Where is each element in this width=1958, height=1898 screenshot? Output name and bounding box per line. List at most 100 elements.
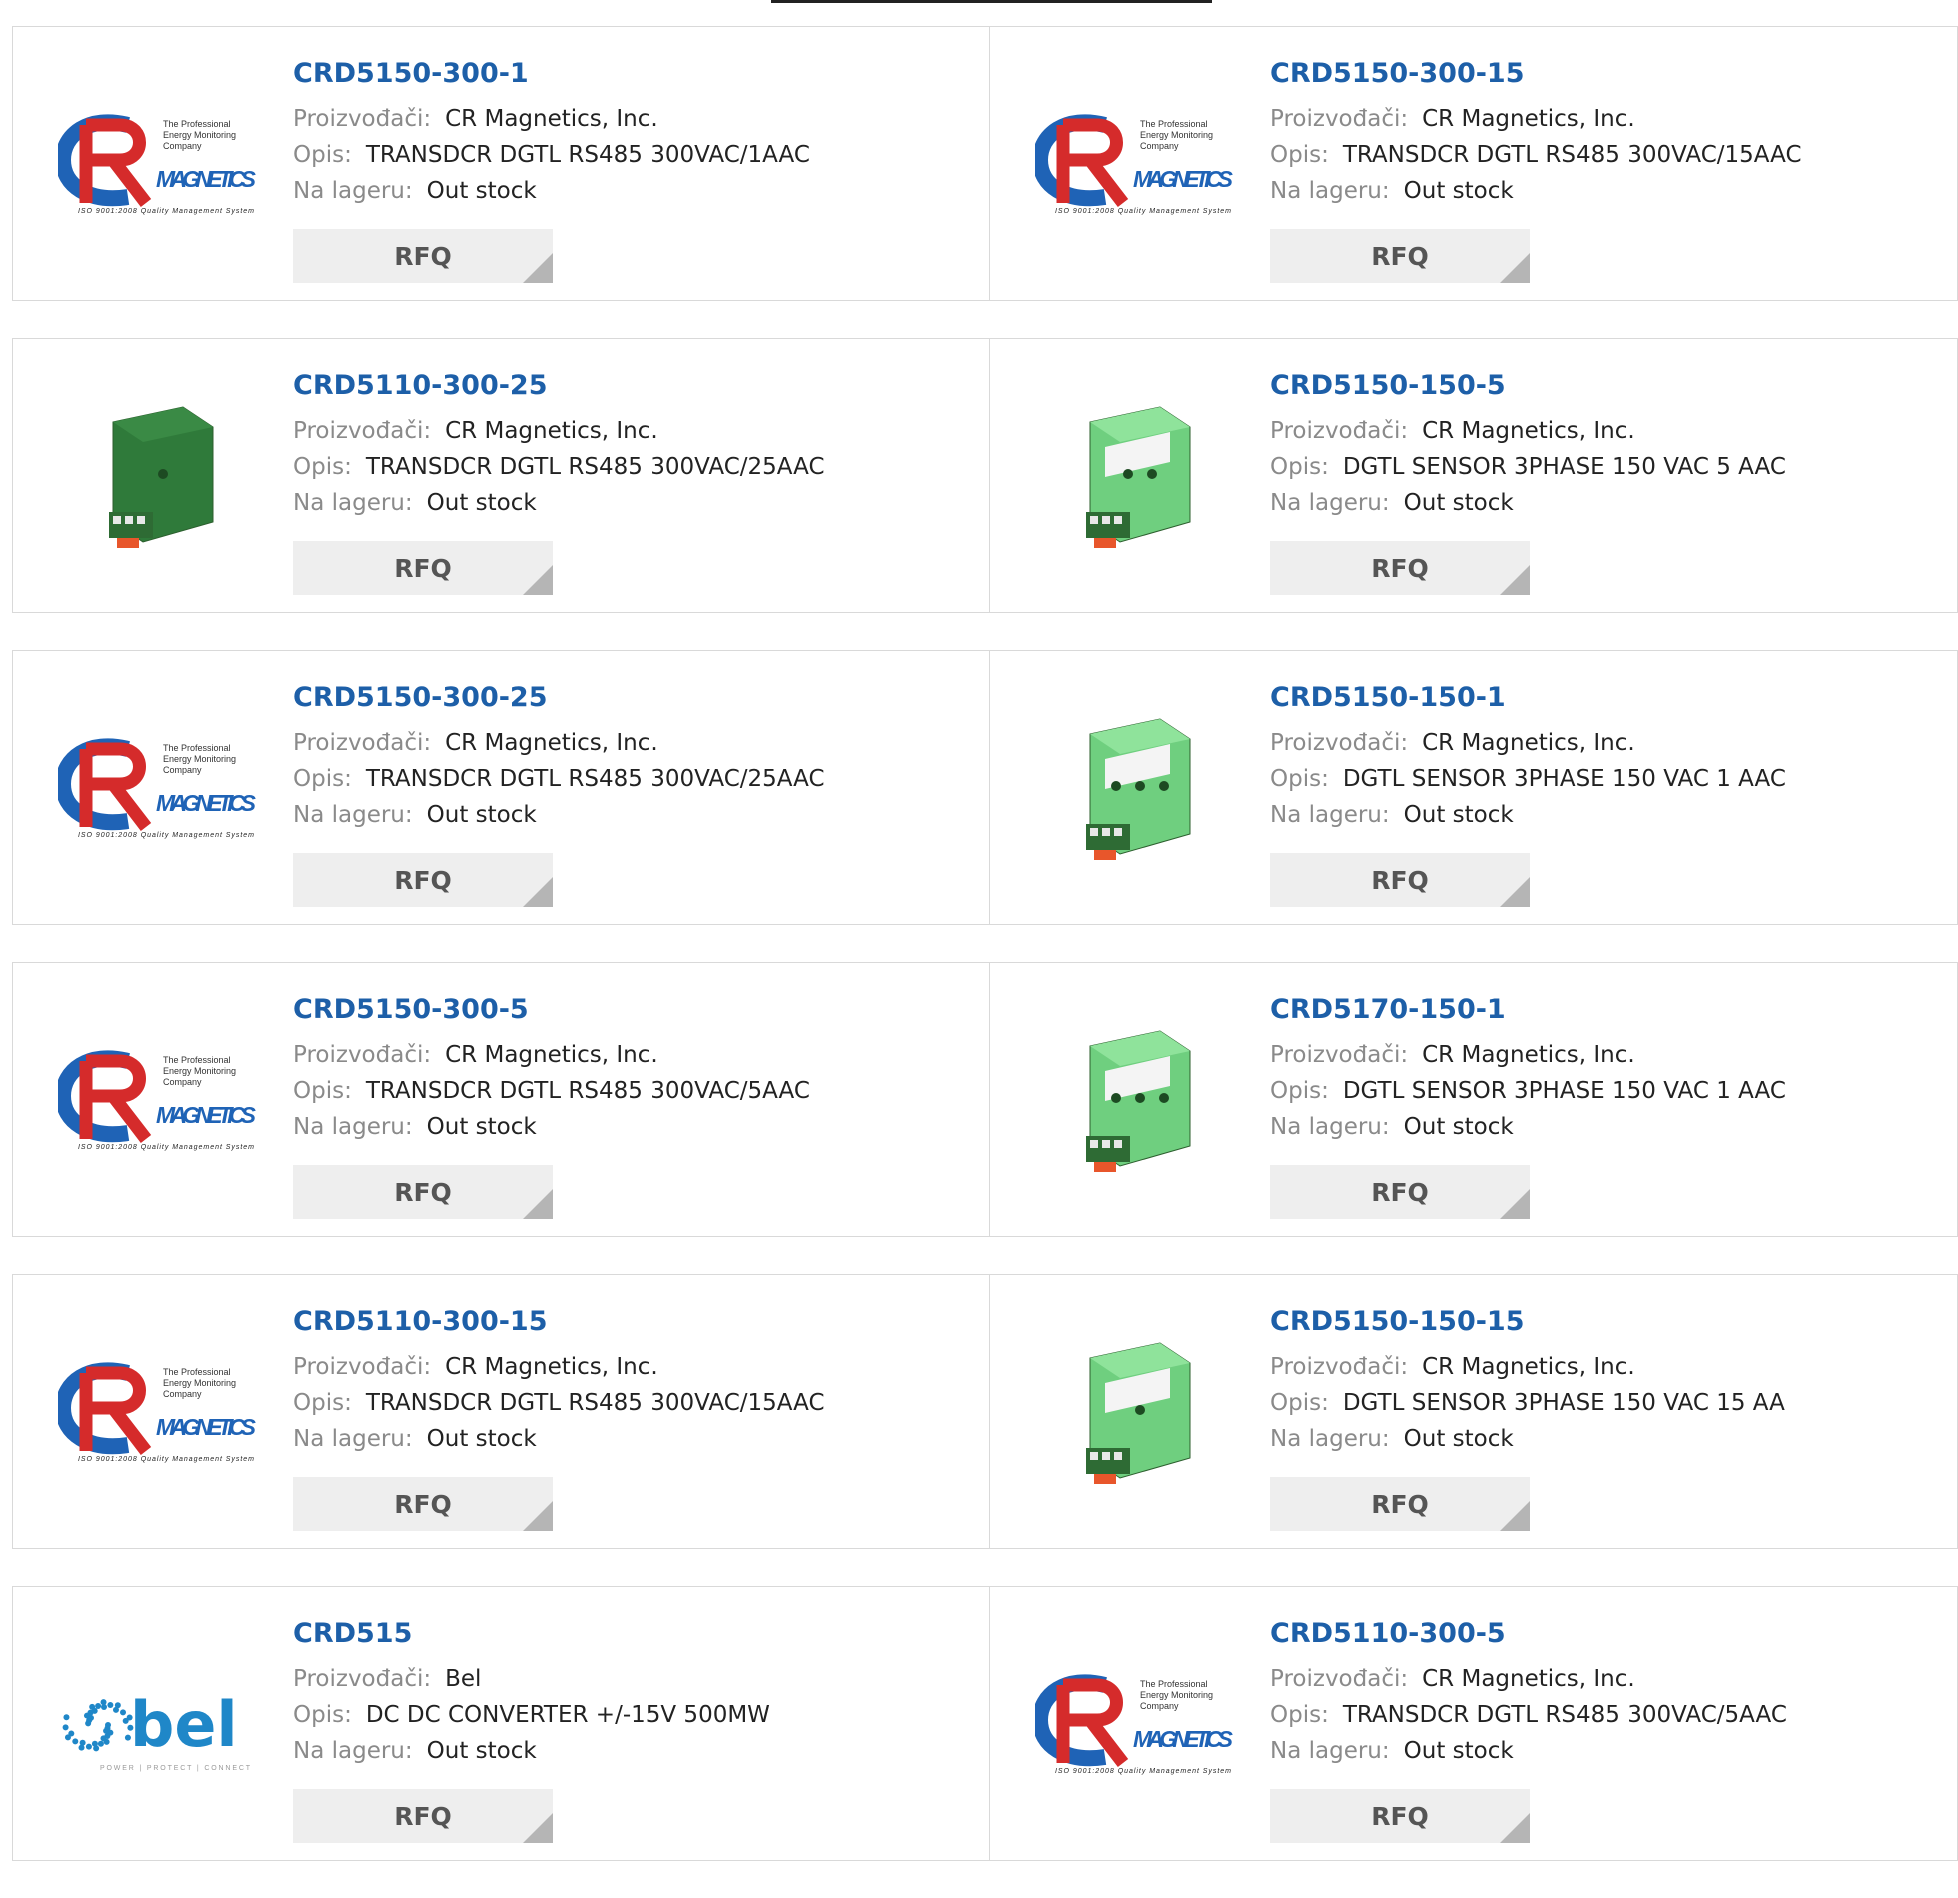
product-part-link[interactable]: CRD5110-300-15 [293,1305,548,1339]
rfq-button[interactable]: RFQ [293,229,553,283]
top-divider [771,0,1212,3]
rfq-label: RFQ [1371,1801,1429,1831]
product-row: CRD5110-300-25 Proizvođači: CR Magnetics,… [12,338,1958,613]
manufacturer-value: Bel [445,1666,482,1692]
description-label: Opis: [1270,1702,1329,1728]
product-image[interactable]: The Professional Energy Monitoring Compa… [51,709,265,869]
product-part-link[interactable]: CRD5150-300-5 [293,993,529,1027]
description-row: Opis: DGTL SENSOR 3PHASE 150 VAC 1 AAC [1270,1073,1947,1109]
manufacturer-row: Proizvođači: CR Magnetics, Inc. [293,725,979,761]
product-image[interactable] [1028,1333,1242,1493]
product-part-link[interactable]: CRD5110-300-25 [293,369,548,403]
description-row: Opis: TRANSDCR DGTL RS485 300VAC/1AAC [293,137,979,173]
rfq-button[interactable]: RFQ [1270,1477,1530,1531]
rfq-label: RFQ [1371,553,1429,583]
description-row: Opis: TRANSDCR DGTL RS485 300VAC/25AAC [293,449,979,485]
product-image[interactable]: The Professional Energy Monitoring Compa… [1028,1645,1242,1805]
product-info: CRD515 Proizvođači: Bel Opis: DC DC CONVER… [293,1617,979,1769]
stock-row: Na lageru: Out stock [1270,797,1947,833]
stock-value: Out stock [1403,1114,1514,1140]
product-image[interactable] [1028,397,1242,557]
stock-label: Na lageru: [293,178,413,204]
product-image[interactable] [51,397,265,557]
manufacturer-label: Proizvođači: [1270,418,1409,444]
product-part-link[interactable]: CRD5110-300-5 [1270,1617,1506,1651]
product-part-link[interactable]: CRD5150-150-15 [1270,1305,1525,1339]
stock-label: Na lageru: [1270,490,1390,516]
product-card: The Professional Energy Monitoring Compa… [12,650,990,925]
description-label: Opis: [1270,1078,1329,1104]
rfq-button[interactable]: RFQ [1270,1165,1530,1219]
stock-row: Na lageru: Out stock [1270,485,1947,521]
svg-text:MAGNETICS: MAGNETICS [1133,1726,1234,1752]
svg-text:MAGNETICS: MAGNETICS [1133,166,1234,192]
description-row: Opis: TRANSDCR DGTL RS485 300VAC/5AAC [1270,1697,1947,1733]
product-part-link[interactable]: CRD5150-300-15 [1270,57,1525,91]
manufacturer-value: CR Magnetics, Inc. [445,1042,658,1068]
stock-label: Na lageru: [1270,1426,1390,1452]
svg-text:POWER | PROTECT | CONNECT: POWER | PROTECT | CONNECT [100,1765,251,1772]
manufacturer-row: Proizvođači: Bel [293,1661,979,1697]
cr-magnetics-logo: The Professional Energy Monitoring Compa… [58,1050,257,1151]
product-image[interactable]: The Professional Energy Monitoring Compa… [1028,85,1242,245]
stock-label: Na lageru: [293,1114,413,1140]
product-image[interactable] [1028,709,1242,869]
rfq-button[interactable]: RFQ [1270,1789,1530,1843]
svg-text:Energy Monitoring: Energy Monitoring [163,754,236,764]
description-label: Opis: [1270,142,1329,168]
description-row: Opis: TRANSDCR DGTL RS485 300VAC/5AAC [293,1073,979,1109]
product-part-link[interactable]: CRD5150-150-1 [1270,681,1506,715]
rfq-button[interactable]: RFQ [293,1477,553,1531]
description-value: TRANSDCR DGTL RS485 300VAC/25AAC [365,766,825,792]
svg-text:Energy Monitoring: Energy Monitoring [163,1378,236,1388]
description-value: TRANSDCR DGTL RS485 300VAC/15AAC [365,1390,825,1416]
description-value: DC DC CONVERTER +/-15V 500MW [365,1702,770,1728]
product-image[interactable]: The Professional Energy Monitoring Compa… [51,1021,265,1181]
product-image[interactable]: bel POWER | PROTECT | CONNECT [51,1645,265,1805]
description-label: Opis: [1270,454,1329,480]
description-value: TRANSDCR DGTL RS485 300VAC/5AAC [1342,1702,1787,1728]
product-part-link[interactable]: CRD5150-150-5 [1270,369,1506,403]
bel-logo: bel POWER | PROTECT | CONNECT [62,1688,251,1772]
rfq-label: RFQ [394,1801,452,1831]
cr-magnetics-logo: The Professional Energy Monitoring Compa… [58,114,257,215]
product-row: The Professional Energy Monitoring Compa… [12,1274,1958,1549]
manufacturer-label: Proizvođači: [1270,106,1409,132]
product-info: CRD5150-300-15 Proizvođači: CR Magnetics,… [1270,57,1947,209]
product-card: The Professional Energy Monitoring Compa… [12,962,990,1237]
description-label: Opis: [293,454,352,480]
description-label: Opis: [293,766,352,792]
manufacturer-value: CR Magnetics, Inc. [1422,1354,1635,1380]
rfq-corner-decoration [1500,1813,1530,1843]
rfq-button[interactable]: RFQ [293,853,553,907]
product-image[interactable]: The Professional Energy Monitoring Compa… [51,1333,265,1493]
product-info: CRD5110-300-25 Proizvođači: CR Magnetics,… [293,369,979,521]
manufacturer-label: Proizvođači: [1270,1354,1409,1380]
stock-label: Na lageru: [293,802,413,828]
rfq-button[interactable]: RFQ [293,1789,553,1843]
description-label: Opis: [293,1702,352,1728]
stock-value: Out stock [426,1426,537,1452]
svg-text:Company: Company [163,765,202,775]
product-part-link[interactable]: CRD5170-150-1 [1270,993,1506,1027]
rfq-button[interactable]: RFQ [293,1165,553,1219]
rfq-button[interactable]: RFQ [1270,229,1530,283]
rfq-button[interactable]: RFQ [293,541,553,595]
product-image[interactable] [1028,1021,1242,1181]
product-part-link[interactable]: CRD5150-300-25 [293,681,548,715]
svg-text:MAGNETICS: MAGNETICS [156,1102,257,1128]
rfq-button[interactable]: RFQ [1270,853,1530,907]
product-part-link[interactable]: CRD5150-300-1 [293,57,529,91]
product-card: CRD5150-150-5 Proizvođači: CR Magnetics, … [990,338,1958,613]
product-image[interactable]: The Professional Energy Monitoring Compa… [51,85,265,245]
rfq-button[interactable]: RFQ [1270,541,1530,595]
manufacturer-row: Proizvođači: CR Magnetics, Inc. [293,1349,979,1385]
product-info: CRD5150-300-25 Proizvođači: CR Magnetics,… [293,681,979,833]
product-card: CRD5150-150-1 Proizvođači: CR Magnetics, … [990,650,1958,925]
product-info: CRD5150-150-15 Proizvođači: CR Magnetics,… [1270,1305,1947,1457]
svg-text:ISO 9001:2008 Quality Manageme: ISO 9001:2008 Quality Management System [78,1144,254,1151]
description-label: Opis: [293,1078,352,1104]
product-part-link[interactable]: CRD515 [293,1617,412,1651]
stock-row: Na lageru: Out stock [293,1421,979,1457]
svg-text:ISO 9001:2008 Quality Manageme: ISO 9001:2008 Quality Management System [1055,208,1231,215]
